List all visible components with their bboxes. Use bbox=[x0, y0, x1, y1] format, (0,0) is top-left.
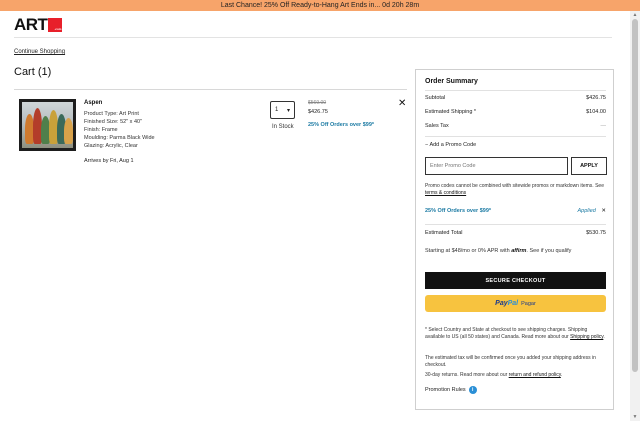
logo-text: ART bbox=[14, 15, 48, 34]
logo-badge: .com bbox=[48, 18, 63, 32]
shipping-value: $104.00 bbox=[586, 109, 606, 115]
subtotal-row: Subtotal $426.75 bbox=[425, 95, 606, 101]
scrollbar[interactable]: ▲ ▼ bbox=[630, 11, 640, 421]
add-promo-toggle[interactable]: − Add a Promo Code bbox=[425, 142, 476, 148]
shipping-row: Estimated Shipping * $104.00 bbox=[425, 109, 606, 115]
promo-banner: Last Chance! 25% Off Ready-to-Hang Art E… bbox=[0, 0, 640, 11]
remove-item-button[interactable]: ✕ bbox=[398, 99, 406, 109]
cart-divider bbox=[14, 89, 407, 90]
product-detail: Product Type: Art Print bbox=[84, 111, 139, 117]
stock-status: In Stock bbox=[272, 124, 294, 130]
continue-shopping-link[interactable]: Continue Shopping bbox=[14, 49, 65, 55]
shipping-note: * Select Country and State at checkout t… bbox=[425, 327, 605, 340]
sale-price: $426.75 bbox=[308, 109, 328, 115]
tree-shape bbox=[64, 118, 73, 144]
affirm-qualify-link[interactable]: See if you qualify bbox=[529, 248, 571, 254]
tax-label: Sales Tax bbox=[425, 123, 449, 129]
scrollbar-thumb[interactable] bbox=[632, 19, 638, 372]
remove-promo-icon[interactable]: ✕ bbox=[601, 208, 606, 214]
site-logo[interactable]: ART .com bbox=[14, 15, 63, 34]
summary-divider bbox=[425, 224, 606, 225]
order-summary: Order Summary Subtotal $426.75 Estimated… bbox=[415, 69, 614, 410]
product-detail: Finish: Frame bbox=[84, 127, 118, 133]
summary-divider bbox=[425, 90, 606, 91]
applied-promo-name: 25% Off Orders over $99* bbox=[425, 208, 492, 214]
apply-promo-button[interactable]: APPLY bbox=[571, 157, 607, 175]
applied-promo-row: 25% Off Orders over $99* Applied ✕ bbox=[425, 208, 606, 214]
paypal-logo-pay: Pay bbox=[495, 300, 508, 307]
item-promo: 25% Off Orders over $99* bbox=[308, 122, 375, 128]
summary-title: Order Summary bbox=[425, 78, 478, 85]
page-title: Cart (1) bbox=[14, 66, 52, 78]
shipping-label: Estimated Shipping * bbox=[425, 109, 477, 115]
return-policy-link[interactable]: return and refund policy bbox=[509, 372, 561, 378]
scroll-up-icon[interactable]: ▲ bbox=[631, 12, 639, 18]
artwork-image bbox=[22, 102, 73, 148]
minus-icon: − bbox=[425, 142, 429, 148]
paypal-pagar: Pagar bbox=[521, 300, 536, 307]
secure-checkout-button[interactable]: SECURE CHECKOUT bbox=[425, 272, 606, 289]
info-icon: i bbox=[468, 386, 477, 394]
header-divider bbox=[14, 37, 612, 38]
tax-note: The estimated tax will be confirmed once… bbox=[425, 355, 596, 368]
total-value: $530.75 bbox=[586, 230, 606, 236]
product-name[interactable]: Aspen bbox=[84, 100, 102, 106]
original-price: $569.00 bbox=[308, 100, 327, 106]
product-detail: Glazing: Acrylic, Clear bbox=[84, 143, 138, 149]
affirm-logo: affirm bbox=[511, 248, 527, 254]
quantity-value: 1 bbox=[275, 107, 279, 113]
applied-status: Applied bbox=[577, 208, 596, 214]
add-promo-label: Add a Promo Code bbox=[429, 142, 477, 148]
shipping-policy-link[interactable]: Shipping policy bbox=[570, 334, 603, 340]
total-row: Estimated Total $530.75 bbox=[425, 230, 606, 236]
quantity-select[interactable]: 1 ▾ bbox=[270, 101, 295, 119]
scroll-down-icon[interactable]: ▼ bbox=[631, 414, 639, 420]
promo-banner-text: Last Chance! 25% Off Ready-to-Hang Art E… bbox=[220, 2, 420, 9]
close-icon: ✕ bbox=[398, 98, 407, 109]
summary-divider bbox=[425, 136, 606, 137]
affirm-message: Starting at $48/mo or 0% APR with affirm… bbox=[425, 248, 572, 254]
product-detail: Moulding: Parma Black Wide bbox=[84, 135, 155, 141]
promo-note: Promo codes cannot be combined with site… bbox=[425, 183, 604, 196]
arrival-date: Arrives by Fri, Aug 1 bbox=[84, 158, 134, 164]
promo-code-input[interactable] bbox=[425, 157, 568, 175]
chevron-down-icon: ▾ bbox=[286, 107, 290, 114]
subtotal-label: Subtotal bbox=[425, 95, 446, 101]
paypal-button[interactable]: Pay Pal Pagar bbox=[425, 295, 606, 312]
total-label: Estimated Total bbox=[425, 230, 463, 236]
product-detail: Finished Size: 52" x 40" bbox=[84, 119, 143, 125]
returns-note: 30-day returns. Read more about our retu… bbox=[425, 372, 563, 378]
promotion-rules-label: Promotion Rules bbox=[425, 387, 466, 393]
tax-value: — bbox=[600, 123, 607, 129]
terms-link[interactable]: terms & conditions bbox=[425, 190, 466, 196]
product-thumbnail[interactable] bbox=[19, 99, 76, 151]
tax-row: Sales Tax — bbox=[425, 123, 606, 129]
promotion-rules[interactable]: Promotion Rules i bbox=[425, 386, 477, 394]
subtotal-value: $426.75 bbox=[586, 95, 606, 101]
paypal-logo-pal: Pal bbox=[507, 300, 519, 307]
